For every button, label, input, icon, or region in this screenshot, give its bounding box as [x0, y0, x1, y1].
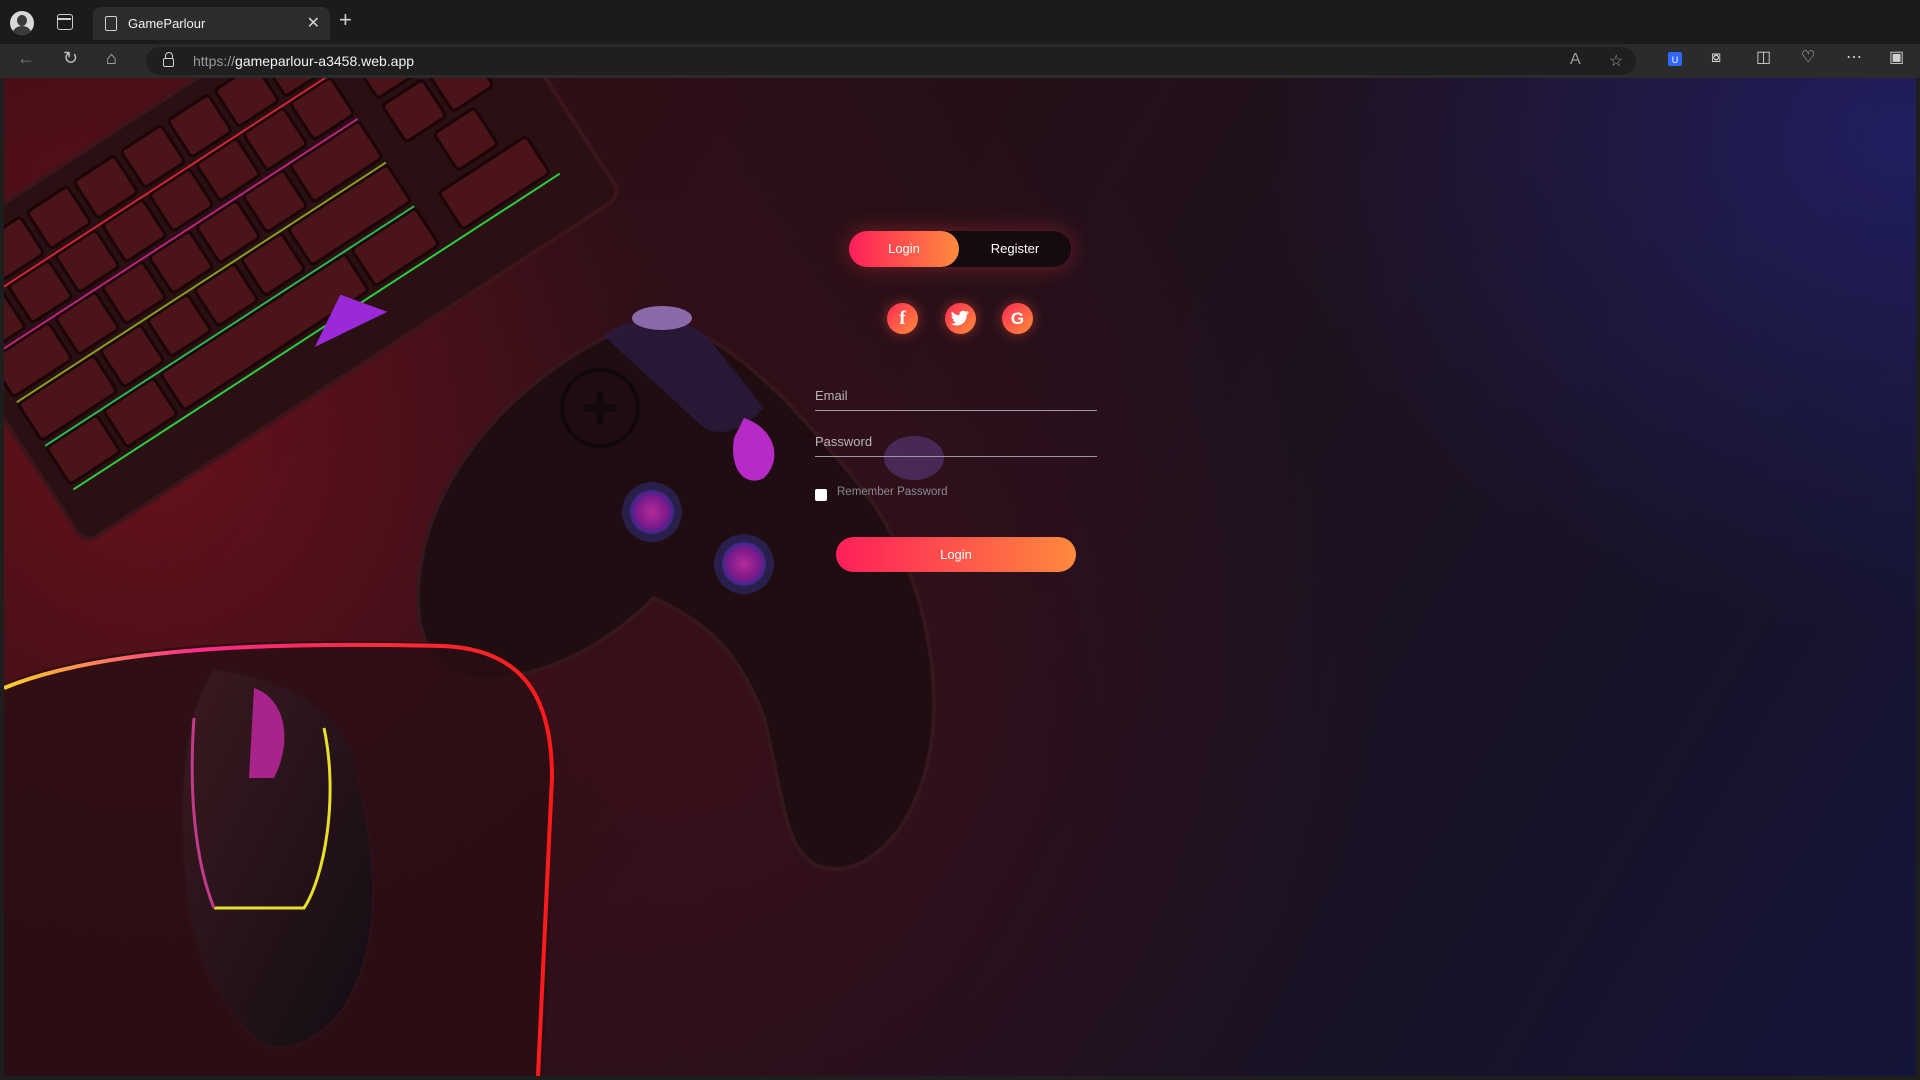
favorite-star-icon[interactable]: ☆ [1609, 51, 1623, 71]
shield-extension-icon[interactable]: U [1666, 50, 1684, 68]
remember-password-label: Remember Password [837, 486, 948, 498]
password-input[interactable] [815, 427, 1097, 456]
facebook-icon[interactable]: f [887, 303, 918, 334]
tab-actions-icon[interactable] [57, 14, 73, 30]
new-tab-icon[interactable]: + [339, 9, 352, 31]
sidebar-toggle-icon[interactable]: ▣ [1889, 50, 1904, 66]
email-field [815, 381, 1097, 411]
browser-chrome: GameParlour ✕ + ← ↻ ⌂ https://gameparlou… [0, 0, 1920, 78]
password-field [815, 427, 1097, 457]
browser-toolbar: ← ↻ ⌂ https://gameparlour-a3458.web.app … [0, 44, 1920, 78]
back-icon[interactable]: ← [17, 49, 35, 67]
remember-password-checkbox[interactable] [815, 489, 827, 501]
email-input[interactable] [815, 381, 1097, 410]
split-screen-icon[interactable]: ◫ [1756, 50, 1771, 66]
page-viewport: Login Register f G Remember Password Log… [4, 78, 1916, 1076]
reload-icon[interactable]: ↻ [63, 49, 78, 67]
gaming-gear-background [4, 78, 944, 1076]
browser-essentials-icon[interactable]: ♡ [1801, 50, 1815, 66]
register-tab-button[interactable]: Register [959, 231, 1071, 267]
twitter-icon[interactable] [945, 303, 976, 334]
google-icon[interactable]: G [1002, 303, 1033, 334]
page-icon [105, 16, 117, 31]
auth-mode-switch: Login Register [849, 231, 1071, 267]
tab-close-icon[interactable]: ✕ [307, 13, 320, 33]
tab-bar: GameParlour ✕ + [0, 0, 1920, 44]
address-bar[interactable]: https://gameparlour-a3458.web.app A ☆ [146, 47, 1636, 75]
more-options-icon[interactable]: ⋯ [1846, 50, 1862, 66]
tab-title: GameParlour [128, 16, 206, 31]
lock-icon[interactable] [163, 52, 174, 67]
twitter-bird-icon [950, 310, 969, 326]
profile-avatar[interactable] [10, 11, 34, 35]
extensions-puzzle-icon[interactable]: ⧇ [1711, 50, 1721, 66]
home-icon[interactable]: ⌂ [106, 49, 117, 67]
login-tab-button[interactable]: Login [849, 231, 959, 267]
url-text[interactable]: https://gameparlour-a3458.web.app [193, 53, 414, 69]
read-aloud-icon[interactable]: A [1570, 51, 1581, 69]
svg-text:U: U [1672, 55, 1679, 65]
browser-tab[interactable]: GameParlour ✕ [93, 7, 330, 40]
login-submit-button[interactable]: Login [836, 537, 1076, 572]
